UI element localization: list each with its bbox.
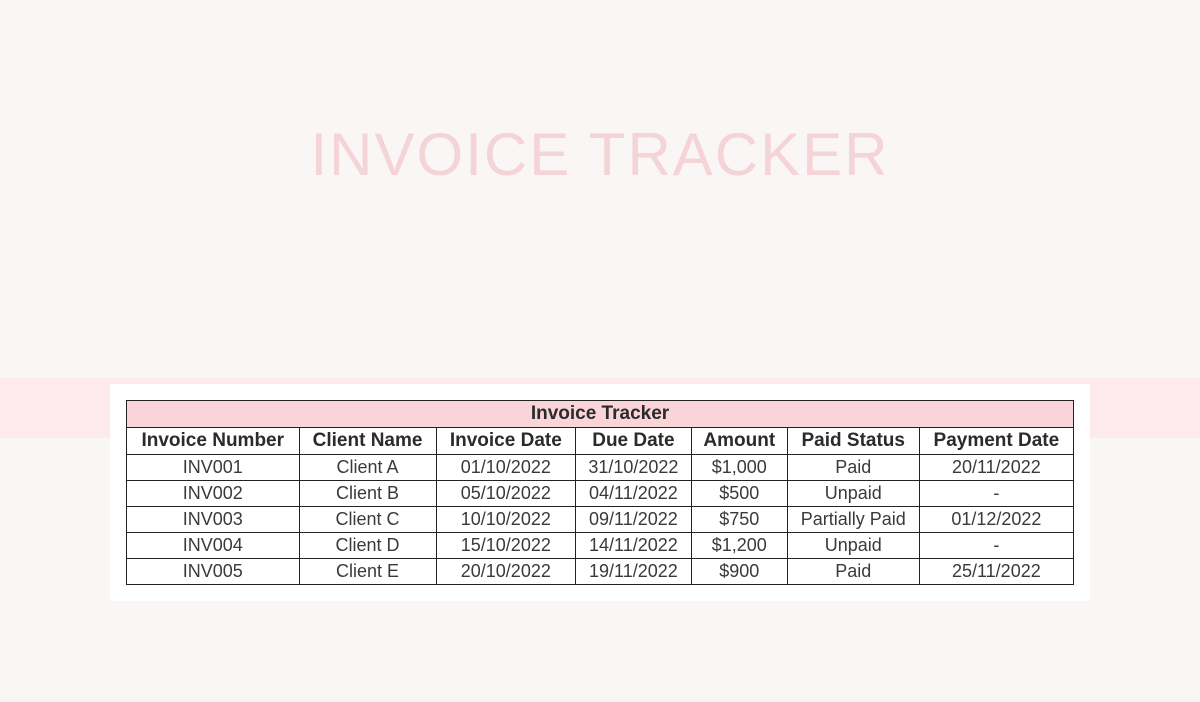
cell-payment-date: 20/11/2022 [919,455,1073,481]
table-header-row: Invoice Number Client Name Invoice Date … [127,428,1074,455]
cell-payment-date: - [919,533,1073,559]
col-amount: Amount [691,428,787,455]
col-invoice-number: Invoice Number [127,428,300,455]
table-header-title: Invoice Tracker [127,401,1074,428]
cell-invoice-number: INV001 [127,455,300,481]
cell-client-name: Client E [299,559,436,585]
cell-due-date: 09/11/2022 [576,507,692,533]
cell-paid-status: Unpaid [787,533,919,559]
cell-invoice-number: INV005 [127,559,300,585]
table-row: INV002 Client B 05/10/2022 04/11/2022 $5… [127,481,1074,507]
col-client-name: Client Name [299,428,436,455]
cell-client-name: Client B [299,481,436,507]
cell-amount: $1,000 [691,455,787,481]
cell-amount: $900 [691,559,787,585]
table-row: INV005 Client E 20/10/2022 19/11/2022 $9… [127,559,1074,585]
cell-paid-status: Unpaid [787,481,919,507]
cell-client-name: Client C [299,507,436,533]
cell-paid-status: Paid [787,559,919,585]
cell-invoice-number: INV003 [127,507,300,533]
cell-invoice-date: 15/10/2022 [436,533,575,559]
cell-invoice-date: 10/10/2022 [436,507,575,533]
col-paid-status: Paid Status [787,428,919,455]
cell-client-name: Client A [299,455,436,481]
cell-amount: $1,200 [691,533,787,559]
cell-payment-date: 01/12/2022 [919,507,1073,533]
cell-due-date: 04/11/2022 [576,481,692,507]
cell-client-name: Client D [299,533,436,559]
cell-paid-status: Partially Paid [787,507,919,533]
cell-payment-date: 25/11/2022 [919,559,1073,585]
col-invoice-date: Invoice Date [436,428,575,455]
cell-invoice-number: INV004 [127,533,300,559]
table-row: INV003 Client C 10/10/2022 09/11/2022 $7… [127,507,1074,533]
cell-paid-status: Paid [787,455,919,481]
cell-due-date: 14/11/2022 [576,533,692,559]
invoice-table: Invoice Tracker Invoice Number Client Na… [126,400,1074,585]
cell-payment-date: - [919,481,1073,507]
cell-due-date: 31/10/2022 [576,455,692,481]
cell-amount: $750 [691,507,787,533]
col-due-date: Due Date [576,428,692,455]
cell-amount: $500 [691,481,787,507]
table-body: INV001 Client A 01/10/2022 31/10/2022 $1… [127,455,1074,585]
table-row: INV001 Client A 01/10/2022 31/10/2022 $1… [127,455,1074,481]
cell-invoice-number: INV002 [127,481,300,507]
invoice-table-container: Invoice Tracker Invoice Number Client Na… [110,384,1090,601]
cell-due-date: 19/11/2022 [576,559,692,585]
cell-invoice-date: 05/10/2022 [436,481,575,507]
col-payment-date: Payment Date [919,428,1073,455]
cell-invoice-date: 20/10/2022 [436,559,575,585]
cell-invoice-date: 01/10/2022 [436,455,575,481]
page-title: INVOICE TRACKER [0,120,1200,189]
table-row: INV004 Client D 15/10/2022 14/11/2022 $1… [127,533,1074,559]
